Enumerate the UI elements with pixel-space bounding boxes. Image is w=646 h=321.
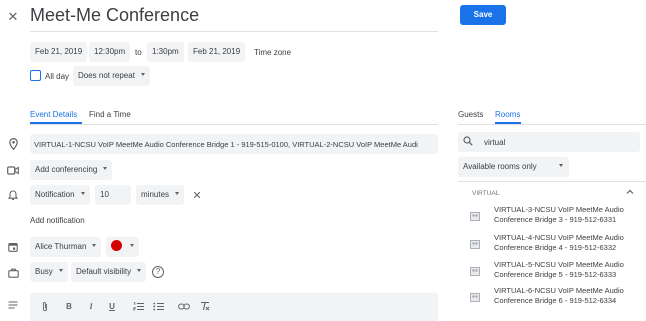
chevron-up-icon[interactable] (626, 188, 634, 197)
to-label: to (135, 48, 142, 57)
italic-button[interactable]: I (86, 300, 96, 312)
event-color-dropdown[interactable] (106, 237, 139, 257)
busy-value: Busy (35, 267, 53, 276)
search-icon (463, 136, 473, 148)
room-name-line2: Conference Bridge 5 - 919-512-6333 (494, 270, 617, 279)
room-filter-dropdown[interactable]: Available rooms only (458, 157, 569, 177)
allday-label: All day (45, 72, 70, 81)
room-filter-value: Available rooms only (463, 162, 537, 171)
room-name-line1: VIRTUAL-6-NCSU VoIP MeetMe Audio (494, 286, 624, 295)
notification-unit-value: minutes (141, 190, 170, 199)
location-icon (6, 137, 20, 151)
notification-type-value: Notification (35, 190, 75, 199)
title-underline (30, 31, 438, 32)
room-name-line1: VIRTUAL-4-NCSU VoIP MeetMe Audio (494, 233, 624, 242)
room-name-line2: Conference Bridge 6 - 919-512-6334 (494, 296, 617, 305)
video-icon (6, 163, 20, 177)
start-time-chip[interactable]: 12:30pm (89, 42, 131, 62)
repeat-dropdown[interactable]: Does not repeat (73, 66, 150, 86)
start-date-chip[interactable]: Feb 21, 2019 (30, 42, 88, 62)
list-item[interactable]: VIRTUAL-3-NCSU VoIP MeetMe Audio Confere… (458, 205, 646, 227)
rooms-divider (458, 181, 646, 182)
numbered-list-icon[interactable] (132, 300, 144, 312)
room-icon (470, 267, 480, 278)
notification-type-dropdown[interactable]: Notification (30, 185, 90, 205)
list-item[interactable]: VIRTUAL-5-NCSU VoIP MeetMe Audio Confere… (458, 260, 646, 282)
add-conferencing-dropdown[interactable]: Add conferencing (30, 160, 113, 180)
visibility-dropdown[interactable]: Default visibility (71, 262, 147, 282)
room-name-line1: VIRTUAL-5-NCSU VoIP MeetMe Audio (494, 260, 624, 269)
help-symbol: ? (155, 267, 161, 276)
tab-rooms[interactable]: Rooms (495, 110, 520, 119)
bulleted-list-icon[interactable] (152, 300, 164, 312)
underline-button[interactable]: U (107, 300, 117, 312)
calendar-owner-value: Alice Thurman (35, 242, 87, 251)
tab-guests[interactable]: Guests (458, 110, 483, 119)
attachment-icon[interactable] (40, 300, 50, 312)
link-icon[interactable] (177, 300, 191, 312)
clear-formatting-icon[interactable] (199, 300, 211, 312)
room-search-field[interactable]: virtual (458, 132, 640, 152)
tab-find-a-time[interactable]: Find a Time (89, 110, 131, 119)
visibility-value: Default visibility (76, 267, 132, 276)
add-notification-link[interactable]: Add notification (30, 216, 85, 225)
bell-icon (6, 188, 20, 202)
room-name-line2: Conference Bridge 4 - 919-512-6332 (494, 243, 617, 252)
end-time-chip[interactable]: 1:30pm (147, 42, 184, 62)
notification-unit-dropdown[interactable]: minutes (136, 185, 185, 205)
busy-dropdown[interactable]: Busy (30, 262, 68, 282)
repeat-value: Does not repeat (78, 71, 135, 80)
tab-event-details[interactable]: Event Details (30, 110, 77, 119)
end-date-chip[interactable]: Feb 21, 2019 (188, 42, 246, 62)
list-item[interactable]: VIRTUAL-6-NCSU VoIP MeetMe Audio Confere… (458, 286, 646, 308)
event-title-input[interactable]: Meet-Me Conference (30, 5, 199, 26)
room-list: VIRTUAL-3-NCSU VoIP MeetMe Audio Confere… (458, 205, 646, 305)
notes-icon (6, 298, 20, 312)
remove-notification-icon[interactable]: ✕ (190, 188, 204, 202)
room-icon (470, 240, 480, 251)
room-name-line1: VIRTUAL-3-NCSU VoIP MeetMe Audio (494, 205, 624, 214)
side-tabs-divider (458, 124, 646, 125)
briefcase-icon (6, 266, 20, 280)
location-value: VIRTUAL-1-NCSU VoIP MeetMe Audio Confere… (34, 140, 418, 149)
room-section-label: VIRTUAL (472, 190, 500, 197)
help-icon[interactable]: ? (152, 266, 164, 278)
save-button[interactable]: Save (460, 5, 506, 25)
close-icon[interactable]: ✕ (6, 9, 20, 24)
location-field[interactable]: VIRTUAL-1-NCSU VoIP MeetMe Audio Confere… (30, 134, 438, 154)
calendar-owner-dropdown[interactable]: Alice Thurman (30, 237, 102, 257)
calendar-icon (6, 240, 20, 254)
room-search-value: virtual (484, 138, 506, 147)
timezone-link[interactable]: Time zone (254, 48, 291, 57)
bold-button[interactable]: B (64, 300, 74, 312)
allday-checkbox[interactable] (30, 70, 41, 81)
room-name-line2: Conference Bridge 3 - 919-512-6331 (494, 215, 617, 224)
conferencing-label: Add conferencing (35, 165, 98, 174)
event-color-swatch (111, 240, 122, 252)
room-icon (470, 293, 480, 304)
room-icon (470, 212, 480, 223)
list-item[interactable]: VIRTUAL-4-NCSU VoIP MeetMe Audio Confere… (458, 233, 646, 255)
notification-amount-input[interactable]: 10 (95, 185, 131, 205)
tabs-divider (30, 124, 438, 125)
